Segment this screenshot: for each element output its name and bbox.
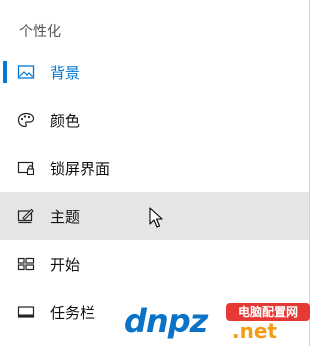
pane-divider (309, 0, 313, 346)
nav-item-colors[interactable]: 颜色 (0, 96, 309, 144)
picture-icon (17, 65, 35, 79)
nav-item-start[interactable]: 开始 (0, 240, 309, 288)
mouse-pointer-icon (149, 207, 163, 228)
page-section-title: 个性化 (19, 24, 61, 40)
watermark-domain: .net (232, 319, 277, 343)
lock-screen-icon (17, 161, 35, 176)
nav-item-lock-screen[interactable]: 锁屏界面 (0, 144, 309, 192)
nav-item-label: 背景 (50, 63, 81, 82)
nav-item-label: 锁屏界面 (50, 159, 111, 178)
palette-icon (17, 112, 35, 128)
nav-item-label: 开始 (50, 255, 81, 274)
watermark-logo: dnpz (124, 302, 208, 340)
selection-indicator (3, 61, 7, 83)
start-layout-icon (17, 257, 35, 271)
nav-item-label: 颜色 (50, 111, 81, 130)
theme-brush-icon (17, 208, 34, 224)
settings-nav-list: 背景 颜色 锁屏界面 主题 开始 任务栏 (0, 48, 309, 336)
nav-item-label: 主题 (50, 207, 81, 226)
nav-item-background[interactable]: 背景 (0, 48, 309, 96)
taskbar-icon (17, 306, 35, 318)
nav-item-label: 任务栏 (50, 303, 96, 322)
watermark: dnpz 电脑配置网 .net (118, 300, 310, 344)
